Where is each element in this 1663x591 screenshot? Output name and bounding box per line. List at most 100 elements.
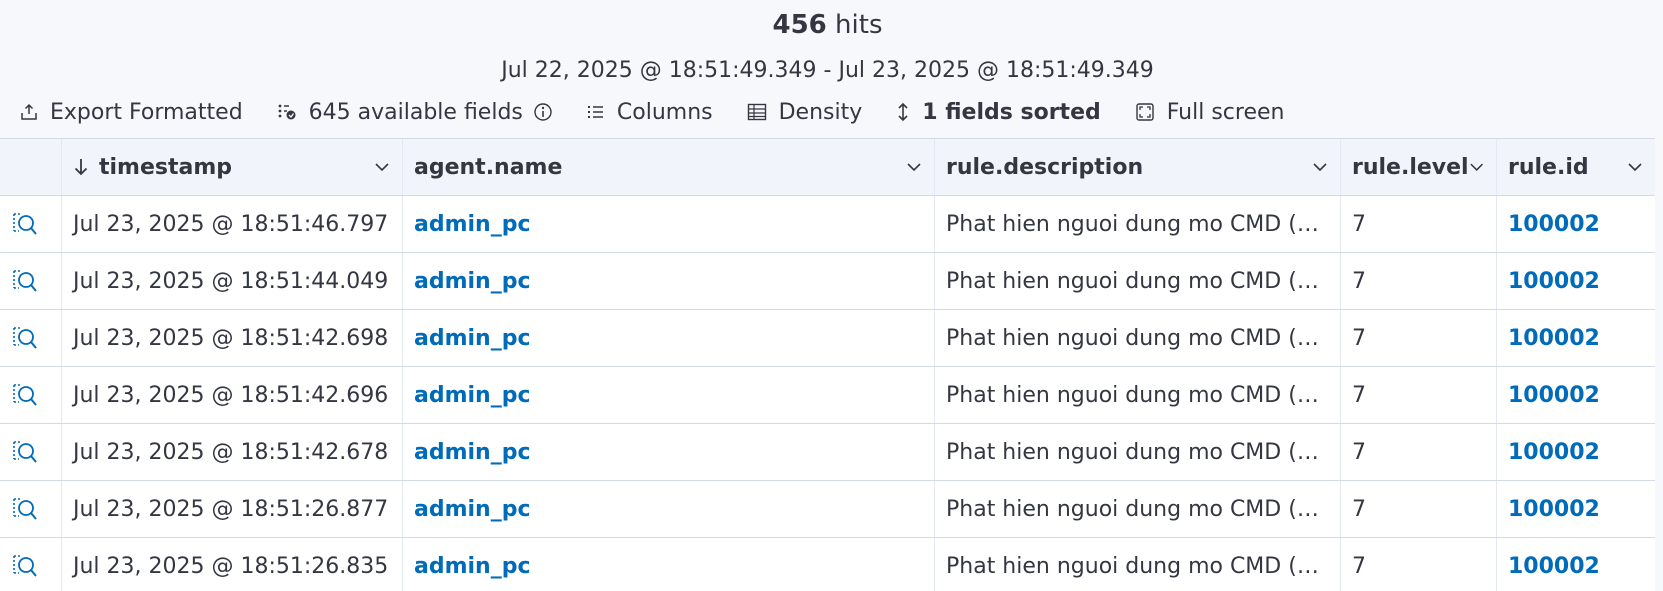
inspect-document-button[interactable] <box>0 367 62 423</box>
list-icon <box>587 106 603 118</box>
inspect-icon <box>13 327 37 349</box>
rule-description-text: Phat hien nguoi dung mo CMD (c... <box>946 211 1326 237</box>
rule-description-text: Phat hien nguoi dung mo CMD (c... <box>946 268 1326 294</box>
cell-rule-id: 100002 <box>1497 538 1655 591</box>
rule-id-link[interactable]: 100002 <box>1508 326 1600 351</box>
cell-agent-name: admin_pc <box>403 538 935 591</box>
inspect-icon <box>13 555 37 577</box>
cell-timestamp: Jul 23, 2025 @ 18:51:42.698 <box>62 310 403 366</box>
rule-description-text: Phat hien nguoi dung mo CMD (c... <box>946 325 1326 351</box>
fields-icon <box>278 104 296 120</box>
hits-number: 456 <box>772 10 827 40</box>
cell-agent-name: admin_pc <box>403 196 935 252</box>
chevron-down-icon[interactable] <box>1469 162 1484 172</box>
export-icon <box>21 103 37 120</box>
density-button[interactable]: Density <box>747 99 863 125</box>
chevron-down-icon[interactable] <box>374 162 390 172</box>
cell-timestamp: Jul 23, 2025 @ 18:51:26.877 <box>62 481 403 537</box>
sort-arrow-down-icon <box>74 159 88 176</box>
agent-link[interactable]: admin_pc <box>414 383 531 408</box>
cell-rule-level: 7 <box>1341 367 1497 423</box>
cell-rule-description: Phat hien nguoi dung mo CMD (c... <box>935 538 1341 591</box>
inspect-icon <box>13 498 37 520</box>
vertical-scrollbar[interactable] <box>1655 0 1663 591</box>
column-header-label: rule.description <box>946 154 1144 180</box>
cell-rule-level: 7 <box>1341 424 1497 480</box>
inspect-icon <box>13 441 37 463</box>
agent-link[interactable]: admin_pc <box>414 554 531 579</box>
chevron-down-icon[interactable] <box>1312 162 1328 172</box>
inspect-document-button[interactable] <box>0 310 62 366</box>
rule-description-text: Phat hien nguoi dung mo CMD (c... <box>946 496 1326 522</box>
full-screen-icon <box>1136 103 1154 121</box>
column-header-label: agent.name <box>414 154 563 180</box>
cell-agent-name: admin_pc <box>403 424 935 480</box>
cell-timestamp: Jul 23, 2025 @ 18:51:26.835 <box>62 538 403 591</box>
agent-link[interactable]: admin_pc <box>414 497 531 522</box>
cell-rule-id: 100002 <box>1497 367 1655 423</box>
cell-rule-id: 100002 <box>1497 253 1655 309</box>
rule-id-link[interactable]: 100002 <box>1508 440 1600 465</box>
columns-label: Columns <box>616 99 713 125</box>
export-formatted-button[interactable]: Export Formatted <box>20 100 243 125</box>
hits-label: hits <box>835 10 883 40</box>
table-row: Jul 23, 2025 @ 18:51:42.696 admin_pc Pha… <box>0 367 1655 424</box>
cell-agent-name: admin_pc <box>403 481 935 537</box>
table-row: Jul 23, 2025 @ 18:51:42.698 admin_pc Pha… <box>0 310 1655 367</box>
inspect-document-button[interactable] <box>0 538 62 591</box>
sorted-label: 1 fields sorted <box>922 99 1101 125</box>
cell-rule-description: Phat hien nguoi dung mo CMD (c... <box>935 367 1341 423</box>
inspect-document-button[interactable] <box>0 424 62 480</box>
cell-rule-level: 7 <box>1341 481 1497 537</box>
info-icon[interactable] <box>533 102 553 122</box>
columns-button[interactable]: Columns <box>587 100 713 125</box>
cell-timestamp: Jul 23, 2025 @ 18:51:42.678 <box>62 424 403 480</box>
cell-timestamp: Jul 23, 2025 @ 18:51:46.797 <box>62 196 403 252</box>
cell-timestamp: Jul 23, 2025 @ 18:51:42.696 <box>62 367 403 423</box>
rule-id-link[interactable]: 100002 <box>1508 269 1600 294</box>
agent-link[interactable]: admin_pc <box>414 440 531 465</box>
rule-id-link[interactable]: 100002 <box>1508 497 1600 522</box>
rule-description-text: Phat hien nguoi dung mo CMD (c... <box>946 382 1326 408</box>
cell-rule-id: 100002 <box>1497 310 1655 366</box>
inspect-document-button[interactable] <box>0 196 62 252</box>
column-header-timestamp[interactable]: timestamp <box>62 139 403 195</box>
inspect-icon <box>13 270 37 292</box>
header-control-column <box>0 139 62 195</box>
cell-rule-level: 7 <box>1341 253 1497 309</box>
agent-link[interactable]: admin_pc <box>414 212 531 237</box>
discover-results-panel: 456 hits Jul 22, 2025 @ 18:51:49.349 - J… <box>0 0 1663 591</box>
fields-label: 645 available fields <box>308 99 523 125</box>
cell-rule-description: Phat hien nguoi dung mo CMD (c... <box>935 424 1341 480</box>
column-header-rule-description[interactable]: rule.description <box>935 139 1341 195</box>
column-header-rule-id[interactable]: rule.id <box>1497 139 1655 195</box>
inspect-icon <box>13 213 37 235</box>
density-label: Density <box>778 99 863 125</box>
rule-description-text: Phat hien nguoi dung mo CMD (c... <box>946 439 1326 465</box>
agent-link[interactable]: admin_pc <box>414 326 531 351</box>
export-label: Export Formatted <box>50 99 243 125</box>
rule-id-link[interactable]: 100002 <box>1508 212 1600 237</box>
chevron-down-icon[interactable] <box>906 162 922 172</box>
data-grid: timestamp agent.name rule.description ru… <box>0 138 1655 591</box>
inspect-document-button[interactable] <box>0 481 62 537</box>
cell-rule-id: 100002 <box>1497 424 1655 480</box>
column-header-agent-name[interactable]: agent.name <box>403 139 935 195</box>
column-header-rule-level[interactable]: rule.level <box>1341 139 1497 195</box>
table-row: Jul 23, 2025 @ 18:51:26.877 admin_pc Pha… <box>0 481 1655 538</box>
chevron-down-icon[interactable] <box>1627 162 1643 172</box>
table-row: Jul 23, 2025 @ 18:51:26.835 admin_pc Pha… <box>0 538 1655 591</box>
cell-rule-description: Phat hien nguoi dung mo CMD (c... <box>935 196 1341 252</box>
table-density-icon <box>747 103 766 121</box>
sort-icon <box>898 102 908 122</box>
cell-rule-level: 7 <box>1341 196 1497 252</box>
available-fields-button[interactable]: 645 available fields <box>277 100 553 125</box>
agent-link[interactable]: admin_pc <box>414 269 531 294</box>
full-screen-button[interactable]: Full screen <box>1135 100 1284 125</box>
fields-sorted-button[interactable]: 1 fields sorted <box>896 99 1101 125</box>
table-row: Jul 23, 2025 @ 18:51:42.678 admin_pc Pha… <box>0 424 1655 481</box>
inspect-document-button[interactable] <box>0 253 62 309</box>
rule-id-link[interactable]: 100002 <box>1508 554 1600 579</box>
rule-id-link[interactable]: 100002 <box>1508 383 1600 408</box>
cell-timestamp: Jul 23, 2025 @ 18:51:44.049 <box>62 253 403 309</box>
